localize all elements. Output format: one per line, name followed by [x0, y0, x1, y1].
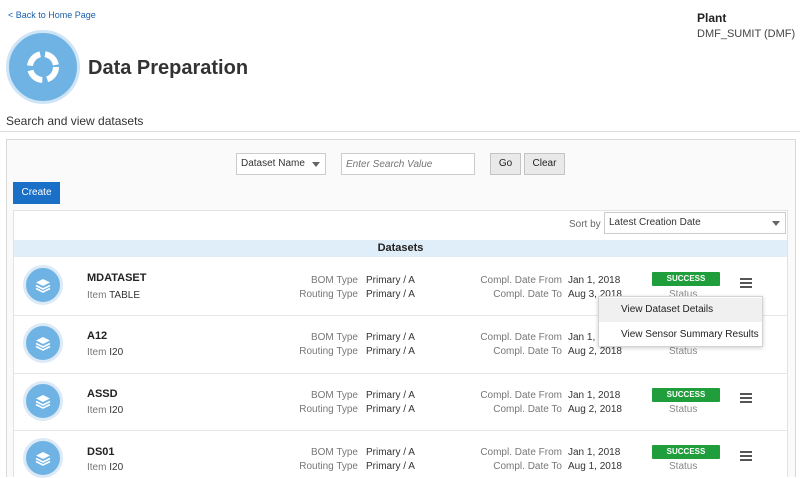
status-badge: SUCCESS	[652, 445, 720, 459]
compl-date-from-label: Compl. Date From	[480, 390, 562, 401]
item-label: Item	[87, 290, 107, 301]
page-title: Data Preparation	[88, 57, 249, 79]
menu-item-view-dataset-details[interactable]: View Dataset Details	[599, 298, 762, 322]
status-badge: SUCCESS	[652, 388, 720, 402]
chevron-down-icon	[312, 162, 320, 167]
status-badge: SUCCESS	[652, 272, 720, 286]
plant-value: DMF_SUMIT (DMF)	[697, 28, 796, 40]
bom-type-label: BOM Type	[310, 332, 358, 343]
status-label: Status	[669, 404, 698, 415]
divider	[14, 430, 787, 431]
bom-type-value: Primary / A	[366, 447, 415, 458]
routing-type-value: Primary / A	[366, 461, 415, 472]
go-button[interactable]: Go	[490, 153, 521, 175]
layers-stack-icon	[23, 438, 63, 478]
divider	[0, 131, 800, 132]
dataset-name[interactable]: A12	[87, 330, 107, 342]
hamburger-menu-icon[interactable]	[740, 451, 752, 463]
item-value: I20	[109, 462, 124, 473]
routing-type-value: Primary / A	[366, 346, 415, 357]
dataset-item: Item I20	[87, 347, 123, 358]
dataset-item: Item I20	[87, 462, 123, 473]
compl-date-from-value: Jan 1, 2018	[568, 390, 621, 401]
menu-item-view-sensor-summary[interactable]: View Sensor Summary Results	[599, 323, 762, 347]
compl-date-from-label: Compl. Date From	[480, 447, 562, 458]
routing-type-label: Routing Type	[299, 346, 358, 357]
sort-selected: Latest Creation Date	[609, 217, 701, 228]
bom-type-label: BOM Type	[310, 447, 358, 458]
datasets-header: Datasets	[14, 240, 787, 257]
sort-select[interactable]: Latest Creation Date	[604, 212, 786, 234]
item-value: I20	[109, 347, 124, 358]
compl-date-to-label: Compl. Date To	[493, 404, 562, 415]
routing-type-value: Primary / A	[366, 404, 415, 415]
routing-type-label: Routing Type	[299, 404, 358, 415]
page-subtitle: Search and view datasets	[6, 114, 144, 128]
status-label: Status	[669, 461, 698, 472]
search-input[interactable]	[341, 153, 475, 175]
item-label: Item	[87, 462, 107, 473]
bom-type-label: BOM Type	[310, 275, 358, 286]
bom-type-label: BOM Type	[310, 390, 358, 401]
search-field-selected: Dataset Name	[241, 158, 305, 169]
compl-date-from-value: Jan 1, 2018	[568, 275, 621, 286]
back-to-home-link[interactable]: < Back to Home Page	[8, 10, 96, 20]
plant-label: Plant	[697, 11, 727, 25]
compl-date-to-value: Aug 2, 2018	[568, 346, 622, 357]
status-label: Status	[669, 346, 698, 357]
layers-stack-icon	[23, 323, 63, 363]
row-context-menu: View Dataset Details View Sensor Summary…	[598, 296, 763, 347]
routing-type-value: Primary / A	[366, 289, 415, 300]
bom-type-value: Primary / A	[366, 275, 415, 286]
item-label: Item	[87, 347, 107, 358]
compl-date-to-label: Compl. Date To	[493, 461, 562, 472]
compl-date-to-value: Aug 1, 2018	[568, 461, 622, 472]
item-value: TABLE	[109, 290, 140, 301]
dataset-name[interactable]: DS01	[87, 446, 115, 458]
dataset-name[interactable]: MDATASET	[87, 272, 146, 284]
compl-date-to-label: Compl. Date To	[493, 346, 562, 357]
hamburger-menu-icon[interactable]	[740, 393, 752, 405]
dataset-item: Item TABLE	[87, 290, 140, 301]
routing-type-label: Routing Type	[299, 289, 358, 300]
hamburger-menu-icon[interactable]	[740, 278, 752, 290]
compl-date-to-value: Aug 2, 2018	[568, 404, 622, 415]
chevron-down-icon	[772, 221, 780, 226]
create-button[interactable]: Create	[13, 182, 60, 204]
dataset-item: Item I20	[87, 405, 123, 416]
clear-button[interactable]: Clear	[524, 153, 565, 175]
layers-stack-icon	[23, 265, 63, 305]
layers-stack-icon	[23, 381, 63, 421]
bom-type-value: Primary / A	[366, 390, 415, 401]
compl-date-to-label: Compl. Date To	[493, 289, 562, 300]
item-label: Item	[87, 405, 107, 416]
compl-date-from-value: Jan 1, 2018	[568, 447, 621, 458]
cycle-arrows-icon	[6, 30, 80, 104]
sort-by-label: Sort by	[569, 219, 601, 230]
dataset-name[interactable]: ASSD	[87, 388, 118, 400]
item-value: I20	[109, 405, 124, 416]
search-field-select[interactable]: Dataset Name	[236, 153, 326, 175]
compl-date-from-label: Compl. Date From	[480, 275, 562, 286]
divider	[14, 373, 787, 374]
compl-date-from-label: Compl. Date From	[480, 332, 562, 343]
bom-type-value: Primary / A	[366, 332, 415, 343]
routing-type-label: Routing Type	[299, 461, 358, 472]
